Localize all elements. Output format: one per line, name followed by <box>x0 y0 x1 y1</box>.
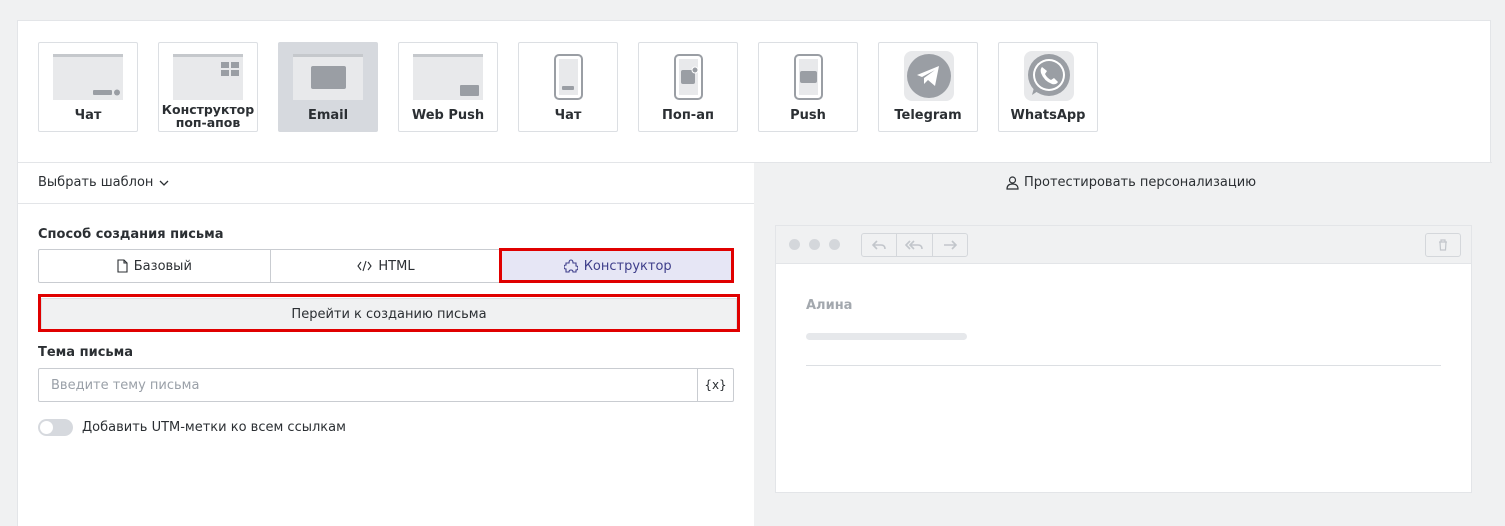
channel-label: Поп-ап <box>662 108 714 123</box>
push-mobile-icon <box>794 54 823 100</box>
preview-sender: Алина <box>806 298 853 313</box>
method-basic-button[interactable]: Базовый <box>39 250 271 282</box>
reply-all-icon <box>897 234 933 256</box>
channel-label: Push <box>790 108 826 123</box>
channel-label: Чат <box>74 108 102 123</box>
method-html-button[interactable]: HTML <box>271 250 503 282</box>
preview-toolbar <box>776 226 1471 264</box>
channel-tile-popup-builder[interactable]: Конструктор поп-апов <box>158 42 258 132</box>
subject-field: {x} <box>38 368 734 402</box>
creation-method-title: Способ создания письма <box>38 227 224 242</box>
subject-input[interactable] <box>39 369 697 401</box>
mail-actions-group <box>861 233 968 257</box>
popup-mobile-icon <box>674 54 703 100</box>
forward-icon <box>933 234 967 256</box>
web-push-icon <box>413 54 483 100</box>
puzzle-icon <box>563 259 578 273</box>
email-preview: Алина <box>775 225 1472 493</box>
channel-label: Конструктор поп-апов <box>161 102 255 130</box>
window-dot-icon <box>829 239 840 250</box>
method-label: Базовый <box>133 258 192 274</box>
preview-divider <box>806 365 1441 366</box>
channel-tile-email[interactable]: Email <box>278 42 378 132</box>
window-dot-icon <box>809 239 820 250</box>
preview-skeleton-line <box>806 333 967 340</box>
template-select[interactable]: Выбрать шаблон <box>38 175 169 190</box>
test-personalization-button[interactable]: Протестировать персонализацию <box>1006 175 1256 190</box>
utm-toggle-row: Добавить UTM-метки ко всем ссылкам <box>38 419 346 436</box>
channel-label: Telegram <box>894 108 962 123</box>
user-icon <box>1006 175 1019 190</box>
channel-label: Email <box>307 108 349 123</box>
chevron-down-icon <box>159 180 169 186</box>
telegram-icon <box>904 51 954 101</box>
trash-icon <box>1425 233 1461 257</box>
utm-toggle[interactable] <box>38 419 73 436</box>
template-select-label: Выбрать шаблон <box>38 175 154 190</box>
channel-label: Web Push <box>411 108 485 123</box>
divider <box>18 203 754 204</box>
channel-tile-push[interactable]: Push <box>758 42 858 132</box>
creation-method-segmented: Базовый HTML Конструктор <box>38 249 734 283</box>
channel-tile-web-push[interactable]: Web Push <box>398 42 498 132</box>
channel-tile-popup-mobile[interactable]: Поп-ап <box>638 42 738 132</box>
email-icon <box>293 54 363 100</box>
method-label: HTML <box>378 258 415 274</box>
channel-tile-whatsapp[interactable]: WhatsApp <box>998 42 1098 132</box>
channel-tile-chat[interactable]: Чат <box>38 42 138 132</box>
channel-tile-telegram[interactable]: Telegram <box>878 42 978 132</box>
test-personalization-label: Протестировать персонализацию <box>1024 175 1257 190</box>
method-label: Конструктор <box>583 258 672 274</box>
popup-builder-icon <box>173 54 243 100</box>
go-to-create-button[interactable]: Перейти к созданию письма <box>41 298 737 330</box>
chat-desktop-icon <box>53 54 123 100</box>
chat-mobile-icon <box>554 54 583 100</box>
reply-icon <box>862 234 898 256</box>
utm-label: Добавить UTM-метки ко всем ссылкам <box>82 420 346 435</box>
method-builder-button[interactable]: Конструктор <box>502 250 734 282</box>
code-icon <box>357 260 373 272</box>
channel-editor-card: Чат Конструктор поп-апов Email Web Push … <box>17 20 1492 526</box>
variable-insert-button[interactable]: {x} <box>697 369 733 401</box>
file-icon <box>117 259 128 273</box>
window-dot-icon <box>789 239 800 250</box>
channel-tile-chat-mobile[interactable]: Чат <box>518 42 618 132</box>
subject-title: Тема письма <box>38 345 134 360</box>
whatsapp-icon <box>1024 51 1074 101</box>
channel-label: Чат <box>554 108 582 123</box>
channel-label: WhatsApp <box>1010 108 1086 123</box>
